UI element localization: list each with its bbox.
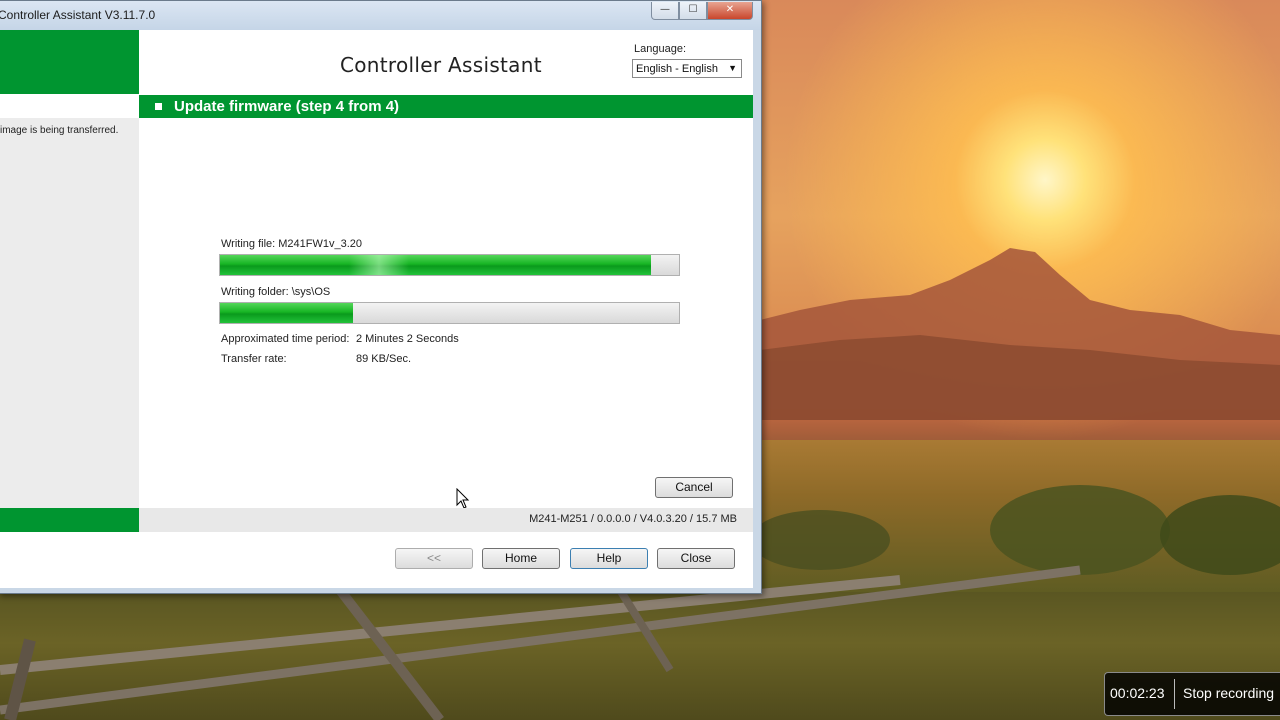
left-footer-area — [0, 532, 139, 588]
folder-progress-bar — [219, 302, 680, 324]
writing-folder-label: Writing folder: \sys\OS — [221, 286, 331, 298]
sidebar-info-text: image is being transferred. — [0, 125, 119, 136]
back-button[interactable]: << — [395, 548, 473, 569]
left-strip — [0, 94, 139, 118]
file-progress-bar — [219, 254, 680, 276]
left-brand-footer — [0, 508, 139, 532]
step-header: Update firmware (step 4 from 4) — [139, 95, 753, 118]
recording-widget: 00:02:23 Stop recording — [1104, 672, 1280, 716]
transfer-rate-label: Transfer rate: — [221, 353, 287, 365]
language-select[interactable]: English - English ▼ — [632, 59, 742, 78]
time-period-value: 2 Minutes 2 Seconds — [356, 333, 459, 345]
writing-file-label: Writing file: M241FW1v_3.20 — [221, 238, 363, 250]
language-select-value: English - English — [636, 63, 718, 75]
home-button[interactable]: Home — [482, 548, 560, 569]
time-period-label: Approximated time period: — [221, 333, 350, 345]
device-info: M241-M251 / 0.0.0.0 / V4.0.3.20 / 15.7 M… — [529, 513, 737, 525]
left-pane: image is being transferred. — [0, 30, 139, 588]
recording-divider — [1174, 679, 1175, 709]
folder-progress-fill — [220, 303, 353, 323]
window-controls: — ☐ ✕ — [651, 2, 753, 20]
window-title: Controller Assistant V3.11.7.0 — [0, 8, 156, 22]
left-brand-block — [0, 30, 139, 94]
step-bullet-icon — [155, 103, 162, 110]
close-button[interactable]: Close — [657, 548, 735, 569]
transfer-rate-value: 89 KB/Sec. — [356, 353, 412, 365]
maximize-button[interactable]: ☐ — [679, 2, 707, 20]
close-window-button[interactable]: ✕ — [707, 2, 753, 20]
recording-timer: 00:02:23 — [1110, 685, 1165, 701]
step-title: Update firmware (step 4 from 4) — [174, 98, 400, 115]
controller-assistant-window: Controller Assistant V3.11.7.0 — ☐ ✕ ima… — [0, 0, 762, 594]
file-progress-fill — [220, 255, 651, 275]
dropdown-arrow-icon: ▼ — [728, 63, 737, 73]
app-title: Controller Assistant — [340, 53, 542, 77]
mouse-pointer-icon — [456, 488, 470, 509]
help-button[interactable]: Help — [570, 548, 648, 569]
minimize-button[interactable]: — — [651, 2, 679, 20]
stop-recording-button[interactable]: Stop recording — [1183, 685, 1274, 701]
window-client-area: image is being transferred. Controller A… — [0, 30, 753, 588]
desktop-mountains — [760, 248, 1280, 420]
title-bar[interactable]: Controller Assistant V3.11.7.0 — ☐ ✕ — [0, 1, 761, 30]
language-label: Language: — [634, 43, 686, 55]
status-bar: M241-M251 / 0.0.0.0 / V4.0.3.20 / 15.7 M… — [139, 508, 753, 532]
cancel-button[interactable]: Cancel — [655, 477, 733, 498]
